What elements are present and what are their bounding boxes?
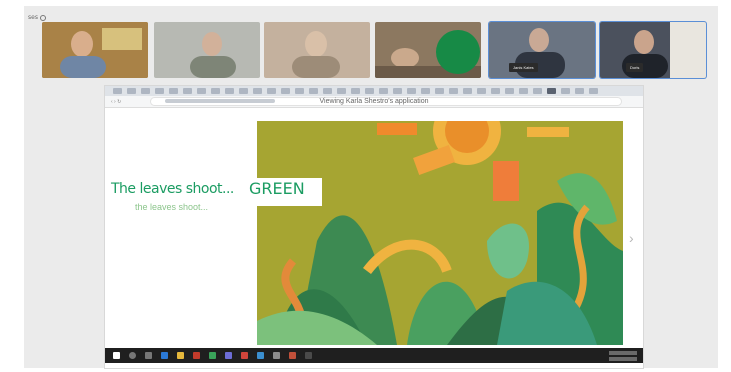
- participant-video-5: [489, 22, 595, 78]
- participant-video-3: [264, 22, 370, 78]
- search-icon[interactable]: [129, 352, 136, 359]
- shared-screen: ‹ › ↻ Viewing Karla Shestro's applicatio…: [105, 86, 643, 368]
- participant-video-6: [600, 22, 706, 78]
- next-arrow-icon[interactable]: ›: [629, 230, 634, 246]
- slide-illustration: [257, 121, 623, 345]
- app-icon-7[interactable]: [257, 352, 264, 359]
- slide-line-2: the leaves shoot...: [135, 202, 209, 212]
- app-icon-2[interactable]: [177, 352, 184, 359]
- app-icon-4[interactable]: [209, 352, 216, 359]
- slide-emphasis-word: GREEN: [249, 179, 305, 198]
- app-icon-8[interactable]: [273, 352, 280, 359]
- participant-name-6: Doris: [626, 63, 644, 72]
- jungle-illustration: [257, 121, 623, 345]
- participant-tile-2[interactable]: [154, 22, 260, 78]
- window-corner[interactable]: ses: [28, 14, 46, 21]
- task-view-icon[interactable]: [145, 352, 152, 359]
- app-icon-3[interactable]: [193, 352, 200, 359]
- slide-line-1: The leaves shoot...: [111, 181, 234, 197]
- browser-address-bar: ‹ › ↻ Viewing Karla Shestro's applicatio…: [105, 96, 643, 108]
- app-icon-9[interactable]: [289, 352, 296, 359]
- window-corner-label: ses: [28, 14, 38, 21]
- windows-taskbar: [105, 348, 643, 363]
- taskbar-clock[interactable]: [609, 351, 637, 361]
- settings-ring-icon[interactable]: [39, 14, 46, 21]
- app-icon-1[interactable]: [161, 352, 168, 359]
- participant-tile-6[interactable]: Doris: [600, 22, 706, 78]
- participant-tile-5[interactable]: Janis Kates: [489, 22, 595, 78]
- participant-tile-1[interactable]: [42, 22, 148, 78]
- app-icon-6[interactable]: [241, 352, 248, 359]
- participant-video-1: [42, 22, 148, 78]
- participant-name-5: Janis Kates: [509, 63, 538, 72]
- participant-tile-3[interactable]: [264, 22, 370, 78]
- app-icon-5[interactable]: [225, 352, 232, 359]
- browser-tab-bar: [105, 86, 643, 96]
- participant-video-2: [154, 22, 260, 78]
- windows-start-icon[interactable]: [113, 352, 120, 359]
- green-circle-icon: [436, 30, 480, 74]
- viewing-banner: Viewing Karla Shestro's application: [319, 98, 429, 105]
- app-icon-10[interactable]: [305, 352, 312, 359]
